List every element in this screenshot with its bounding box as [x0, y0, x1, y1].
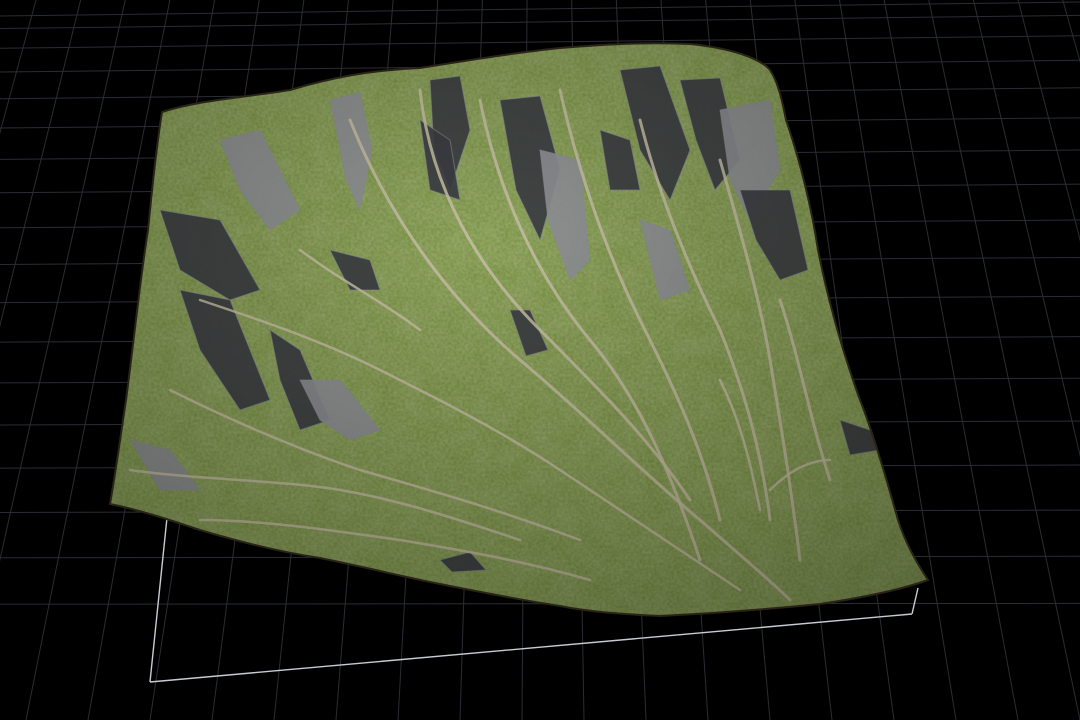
3d-viewport[interactable]	[0, 0, 1080, 720]
grid-line	[0, 0, 82, 328]
grid-line	[0, 1, 1080, 17]
grid-line	[839, 0, 957, 720]
viewport-canvas[interactable]	[0, 0, 1080, 720]
grid-line	[0, 14, 1080, 30]
grid-line	[972, 0, 1080, 458]
grid-line	[1062, 0, 1080, 64]
grid-line	[0, 0, 37, 135]
grid-line	[1017, 0, 1080, 242]
